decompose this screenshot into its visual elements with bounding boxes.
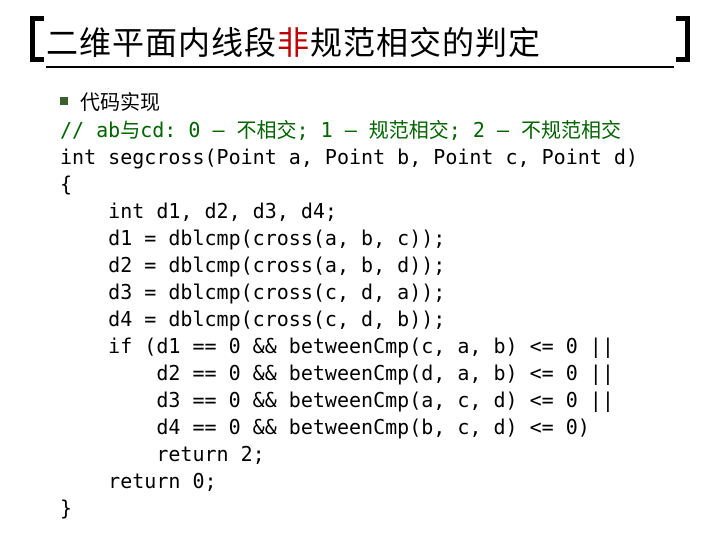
code-line: d3 == 0 && betweenCmp(a, c, d) <= 0 || (60, 388, 614, 412)
code-line: d3 = dblcmp(cross(c, d, a)); (60, 280, 445, 304)
code-line: { (60, 172, 72, 196)
bullet-icon (60, 97, 68, 105)
code-line: if (d1 == 0 && betweenCmp(c, a, b) <= 0 … (60, 334, 614, 358)
code-line: d2 = dblcmp(cross(a, b, d)); (60, 253, 445, 277)
code-line: return 0; (60, 469, 217, 493)
code-line: int d1, d2, d3, d4; (60, 199, 337, 223)
code-line: int segcross(Point a, Point b, Point c, … (60, 145, 638, 169)
slide: 二维平面内线段非规范相交的判定 代码实现 // ab与cd: 0 – 不相交; … (0, 0, 720, 540)
code-comment: // ab与cd: 0 – 不相交; 1 – 规范相交; 2 – 不规范相交 (60, 118, 621, 142)
bullet-row: 代码实现 (60, 86, 680, 115)
code-line: d4 = dblcmp(cross(c, d, b)); (60, 307, 445, 331)
code-line: d1 = dblcmp(cross(a, b, c)); (60, 226, 445, 250)
code-line: return 2; (60, 442, 265, 466)
title-part1: 二维平面内线段 (46, 25, 277, 61)
code-line: } (60, 496, 72, 520)
title-part2: 规范相交的判定 (310, 25, 541, 61)
code-block: // ab与cd: 0 – 不相交; 1 – 规范相交; 2 – 不规范相交 i… (60, 117, 680, 522)
title-highlight: 非 (277, 25, 310, 61)
body: 代码实现 // ab与cd: 0 – 不相交; 1 – 规范相交; 2 – 不规… (40, 86, 680, 522)
title-area: 二维平面内线段非规范相交的判定 (40, 18, 680, 68)
code-line: d4 == 0 && betweenCmp(b, c, d) <= 0) (60, 415, 590, 439)
slide-title: 二维平面内线段非规范相交的判定 (46, 18, 674, 64)
bracket-left-icon (30, 16, 44, 62)
bullet-text: 代码实现 (80, 86, 160, 115)
bracket-right-icon (676, 16, 690, 62)
code-line: d2 == 0 && betweenCmp(d, a, b) <= 0 || (60, 361, 614, 385)
title-underline (46, 66, 674, 68)
